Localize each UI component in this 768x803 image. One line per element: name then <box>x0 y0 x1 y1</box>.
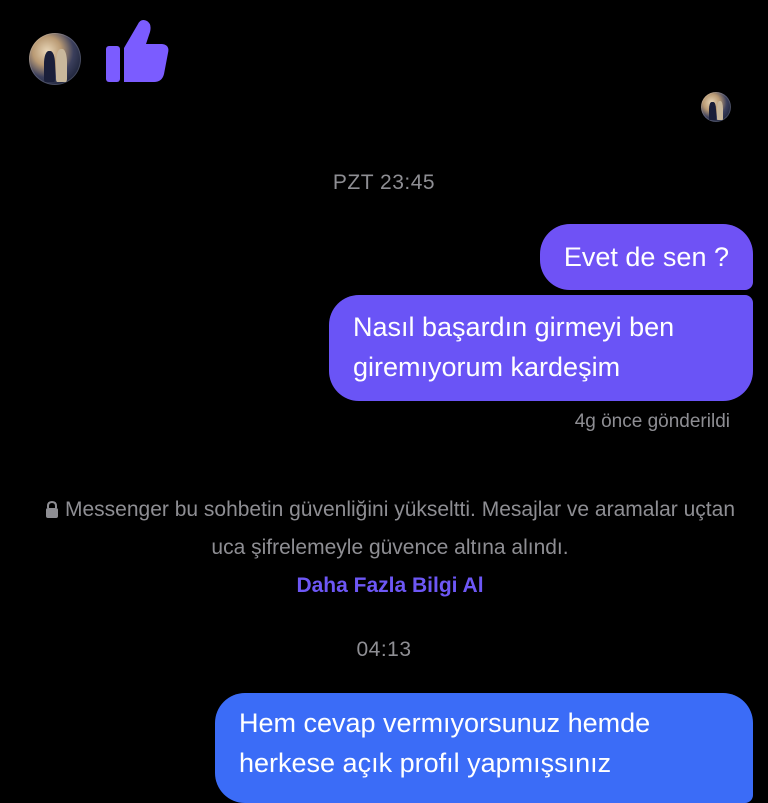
sent-message-bubble[interactable]: Nasıl başardın girmeyi ben giremıyorum k… <box>329 295 753 401</box>
sent-message-bubble[interactable]: Hem cevap vermıyorsunuz hemde herkese aç… <box>215 693 753 803</box>
sent-message-bubble[interactable]: Evet de sen ? <box>539 224 753 290</box>
avatar-figure <box>56 48 68 82</box>
learn-more-link[interactable]: Daha Fazla Bilgi Al <box>296 574 483 597</box>
seen-indicator-avatar <box>701 92 731 122</box>
message-timestamp: 04:13 <box>356 638 412 661</box>
lock-icon <box>45 501 58 518</box>
contact-avatar[interactable] <box>29 33 81 85</box>
message-timestamp: PZT 23:45 <box>332 171 436 194</box>
avatar-figure <box>43 50 55 82</box>
thumbs-up-icon <box>106 20 169 82</box>
security-notice: Messenger bu sohbetin güvenliğini yüksel… <box>40 491 740 605</box>
security-notice-text: Messenger bu sohbetin güvenliğini yüksel… <box>64 498 735 559</box>
avatar-figure <box>716 101 724 121</box>
avatar-figure <box>709 102 716 121</box>
sent-status: 4g önce gönderildi <box>574 411 730 432</box>
